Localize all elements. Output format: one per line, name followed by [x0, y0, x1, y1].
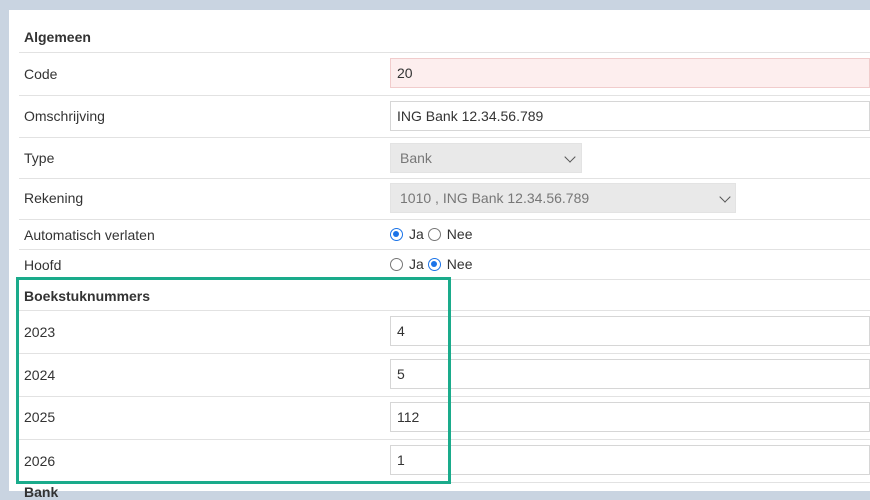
section-title-algemeen: Algemeen: [24, 29, 91, 45]
boekstuknummer-input[interactable]: 5: [390, 359, 870, 389]
automatisch-verlaten-ja-label[interactable]: Ja: [409, 226, 424, 242]
boekstuknummer-row: 2024 5: [19, 354, 870, 397]
rekening-select[interactable]: 1010 , ING Bank 12.34.56.789: [390, 183, 736, 213]
boekstuknummer-input[interactable]: 4: [390, 316, 870, 346]
boekstuknummer-row: 2023 4: [19, 311, 870, 354]
boekstuknummer-year: 2026: [24, 453, 56, 469]
omschrijving-label: Omschrijving: [24, 108, 105, 124]
form-row-type: Type Bank: [19, 138, 870, 179]
boekstuknummer-row: 2025 112: [19, 397, 870, 440]
section-header-boekstuknummers: Boekstuknummers: [19, 280, 870, 311]
type-label: Type: [24, 150, 55, 166]
form-panel: Algemeen Code 20 Omschrijving ING Bank 1…: [9, 10, 870, 500]
form-row-hoofd: Hoofd Ja Nee: [19, 250, 870, 280]
automatisch-verlaten-radio-ja[interactable]: [390, 227, 403, 241]
chevron-down-icon: [564, 151, 576, 163]
hoofd-ja-label[interactable]: Ja: [409, 256, 424, 272]
automatisch-verlaten-radio-nee[interactable]: [427, 227, 441, 241]
boekstuknummer-year: 2023: [24, 324, 56, 340]
form-row-rekening: Rekening 1010 , ING Bank 12.34.56.789: [19, 179, 870, 220]
omschrijving-input[interactable]: ING Bank 12.34.56.789: [390, 101, 870, 131]
type-select-value: Bank: [400, 150, 432, 166]
code-input[interactable]: 20: [390, 58, 870, 88]
section-title-boekstuknummers: Boekstuknummers: [24, 288, 151, 304]
code-label: Code: [24, 66, 58, 82]
section-header-algemeen: Algemeen: [19, 10, 870, 53]
boekstuknummer-year: 2025: [24, 409, 56, 425]
automatisch-verlaten-radio-group: Ja Nee: [390, 226, 476, 242]
boekstuknummer-year: 2024: [24, 367, 56, 383]
boekstuknummer-input[interactable]: 112: [390, 402, 870, 432]
hoofd-radio-nee[interactable]: [427, 257, 441, 271]
form-row-omschrijving: Omschrijving ING Bank 12.34.56.789: [19, 96, 870, 138]
form-row-automatisch-verlaten: Automatisch verlaten Ja Nee: [19, 220, 870, 250]
form-row-code: Code 20: [19, 53, 870, 96]
section-title-bank: Bank: [24, 484, 59, 500]
automatisch-verlaten-nee-label[interactable]: Nee: [447, 226, 473, 242]
rekening-select-value: 1010 , ING Bank 12.34.56.789: [400, 190, 590, 206]
hoofd-radio-group: Ja Nee: [390, 256, 476, 272]
chevron-down-icon: [719, 191, 731, 203]
rekening-label: Rekening: [24, 190, 84, 206]
hoofd-radio-ja[interactable]: [390, 257, 403, 271]
boekstuknummer-input[interactable]: 1: [390, 445, 870, 475]
boekstuknummer-row: 2026 1: [19, 440, 870, 483]
automatisch-verlaten-label: Automatisch verlaten: [24, 227, 155, 243]
type-select[interactable]: Bank: [390, 143, 582, 173]
hoofd-nee-label[interactable]: Nee: [447, 256, 473, 272]
hoofd-label: Hoofd: [24, 257, 62, 273]
